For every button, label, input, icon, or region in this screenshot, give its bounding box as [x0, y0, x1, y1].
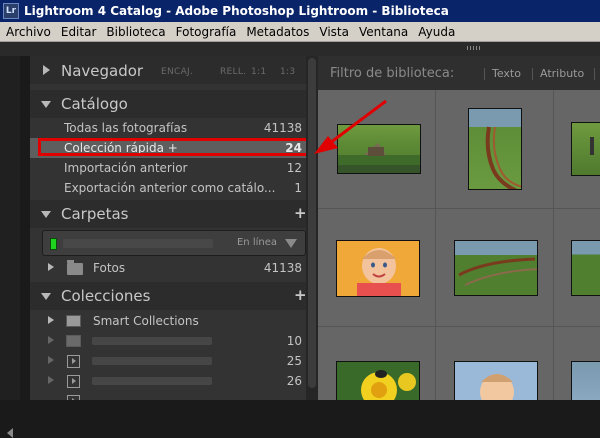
collapse-left-arrow-icon[interactable] [7, 428, 13, 438]
red-annotation-arrow [314, 99, 387, 154]
arrow-shaft [329, 99, 387, 145]
